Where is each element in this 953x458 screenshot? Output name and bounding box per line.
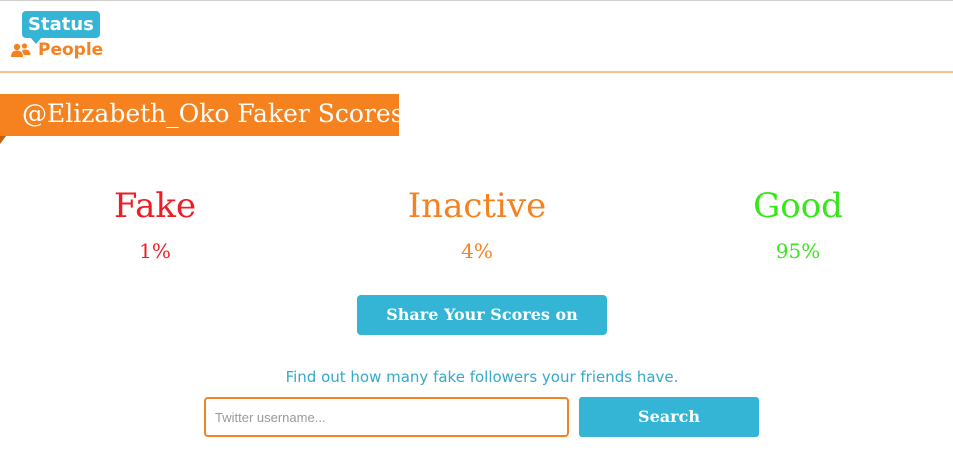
fake-score-value: 1% xyxy=(139,239,171,263)
fake-score: Fake 1% xyxy=(35,186,275,263)
inactive-score-value: 4% xyxy=(461,239,493,263)
people-icon xyxy=(11,43,31,57)
good-score: Good 95% xyxy=(678,186,918,263)
share-on-twitter-button[interactable]: Share Your Scores on Twitter xyxy=(357,295,607,364)
status-people-logo[interactable]: Status People xyxy=(10,11,110,63)
inactive-score-label: Inactive xyxy=(407,186,547,226)
top-border xyxy=(0,0,953,1)
logo-status-text: Status xyxy=(22,11,100,38)
page-title: @Elizabeth_Oko Faker Scores xyxy=(0,94,404,136)
twitter-username-input[interactable] xyxy=(204,397,569,437)
header-divider xyxy=(0,71,953,73)
title-banner-fold xyxy=(0,136,6,144)
logo-people-text: People xyxy=(38,40,104,60)
search-button[interactable]: Search xyxy=(579,397,759,437)
good-score-label: Good xyxy=(753,186,843,226)
good-score-value: 95% xyxy=(775,239,821,263)
search-prompt-text: Find out how many fake followers your fr… xyxy=(285,368,679,386)
fake-score-label: Fake xyxy=(113,186,197,226)
inactive-score: Inactive 4% xyxy=(357,186,597,263)
